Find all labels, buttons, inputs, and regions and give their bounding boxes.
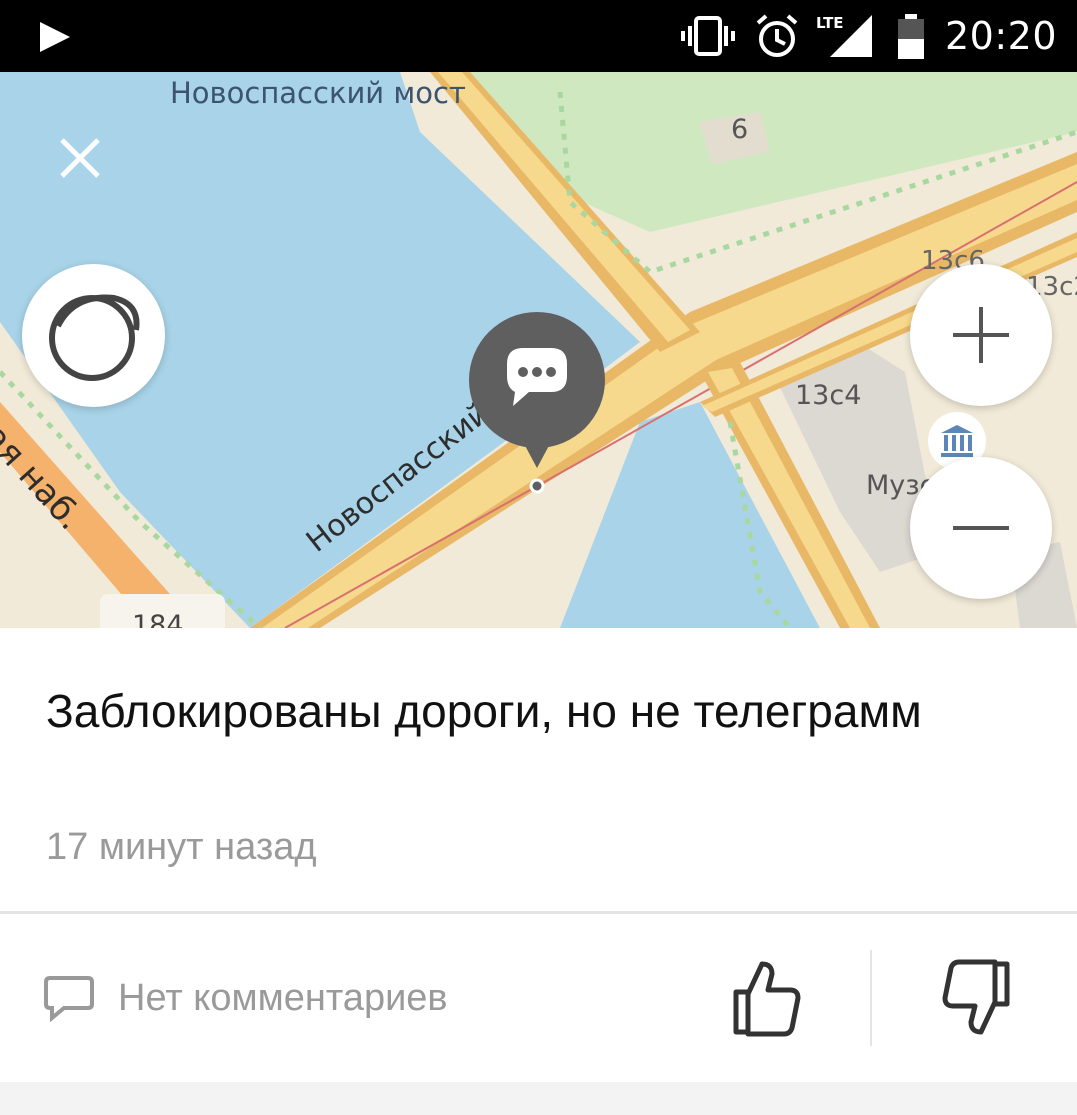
voice-assistant-button[interactable] <box>22 264 165 407</box>
minus-icon <box>953 526 1009 530</box>
event-title: Заблокированы дороги, но не телеграмм <box>46 685 922 737</box>
vibrate-icon <box>681 16 735 56</box>
comments-label: Нет комментариев <box>118 976 448 1019</box>
zoom-in-button[interactable] <box>910 264 1052 406</box>
vertical-divider <box>870 950 872 1046</box>
plus-icon <box>953 307 1009 363</box>
lte-signal-icon: LTE <box>816 14 872 57</box>
divider <box>0 911 1077 914</box>
status-bar: LTE 20:20 <box>0 0 1077 72</box>
thumbs-down-icon[interactable] <box>935 958 1015 1038</box>
comment-icon <box>44 976 94 1022</box>
map-label-building: 184 <box>132 610 184 628</box>
event-pin-chat-icon[interactable] <box>467 310 607 500</box>
event-timestamp: 17 минут назад <box>46 826 317 868</box>
battery-icon <box>898 14 924 59</box>
close-icon[interactable] <box>52 130 108 186</box>
map-label-bridge: Новоспасский мост <box>170 76 466 110</box>
event-card: Заблокированы дороги, но не телеграмм 17… <box>0 628 1077 1082</box>
alarm-icon <box>756 14 798 57</box>
map-label-building: 13с4 <box>795 380 862 411</box>
play-icon <box>40 22 70 52</box>
comments-button[interactable]: Нет комментариев <box>44 972 448 1024</box>
voice-assistant-icon <box>49 294 140 381</box>
zoom-out-button[interactable] <box>910 457 1052 599</box>
thumbs-up-icon[interactable] <box>728 958 808 1038</box>
map-view[interactable]: Новоспасский мост 6 13с6 13с2 13с4 Музей… <box>0 72 1077 628</box>
clock: 20:20 <box>945 14 1058 58</box>
svg-text:LTE: LTE <box>816 14 844 32</box>
map-label-building: 6 <box>731 114 749 145</box>
